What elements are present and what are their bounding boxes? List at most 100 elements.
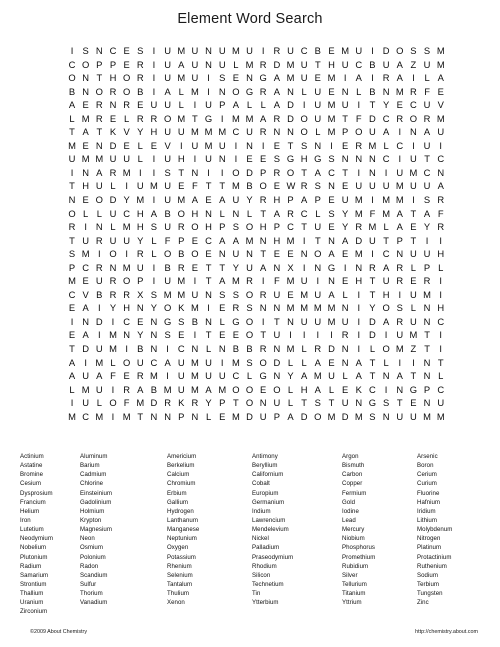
grid-letter: H <box>328 58 335 70</box>
grid-letter: U <box>300 275 308 287</box>
word-list-item: Technetium <box>252 580 284 588</box>
grid-letter: O <box>122 72 131 84</box>
grid-letter: M <box>436 410 445 422</box>
grid-letter: R <box>232 302 240 314</box>
grid-letter: L <box>69 383 75 395</box>
grid-letter: E <box>123 58 130 70</box>
grid-letter: A <box>382 261 390 273</box>
grid-letter: R <box>314 343 322 355</box>
grid-letter: I <box>302 329 306 341</box>
grid-letter: O <box>245 315 254 327</box>
grid-letter: T <box>69 234 75 246</box>
grid-letter: A <box>314 166 321 178</box>
grid-row: LMUIRABMUMAMOOEOLHALEKCINGPC <box>68 383 445 397</box>
grid-letter: O <box>95 194 103 206</box>
grid-letter: L <box>328 383 335 395</box>
grid-letter: O <box>286 166 295 178</box>
grid-letter: A <box>287 410 294 422</box>
grid-letter: B <box>178 248 185 260</box>
grid-letter: U <box>218 139 226 151</box>
grid-letter: D <box>369 112 376 124</box>
grid-letter: L <box>124 112 130 124</box>
grid-letter: U <box>82 397 90 409</box>
grid-letter: U <box>341 397 349 409</box>
grid-letter: R <box>177 261 185 273</box>
word-list-item: Europium <box>252 489 279 497</box>
grid-letter: U <box>410 248 417 260</box>
word-list-item: Lithium <box>417 516 437 524</box>
grid-letter: U <box>205 356 212 368</box>
grid-letter: M <box>68 139 76 151</box>
grid-letter: O <box>122 85 131 97</box>
grid-letter: T <box>219 180 226 192</box>
grid-letter: M <box>122 410 131 422</box>
grid-letter: U <box>191 139 199 151</box>
grid-letter: I <box>125 180 128 192</box>
grid-letter: R <box>396 315 404 327</box>
grid-letter: M <box>177 72 186 84</box>
grid-letter: H <box>273 194 281 206</box>
grid-row: LMRELRROMTGIMMARDOUMTFDCRORM <box>68 112 445 126</box>
grid-letter: M <box>245 112 254 124</box>
grid-letter: U <box>232 194 240 206</box>
grid-letter: U <box>218 58 226 70</box>
grid-letter: E <box>205 194 212 206</box>
grid-letter: I <box>152 45 156 56</box>
grid-letter: R <box>95 112 103 124</box>
grid-letter: T <box>369 370 376 382</box>
grid-letter: I <box>439 343 443 355</box>
grid-letter: D <box>246 410 253 422</box>
grid-letter: U <box>410 180 417 192</box>
grid-letter: U <box>191 45 199 56</box>
grid-letter: K <box>355 383 362 395</box>
grid-letter: D <box>82 343 90 355</box>
grid-letter: I <box>111 410 115 422</box>
grid-letter: A <box>355 370 362 382</box>
grid-letter: E <box>82 275 89 287</box>
grid-letter: I <box>439 139 443 151</box>
grid-letter: V <box>82 288 89 300</box>
grid-letter: N <box>382 85 390 97</box>
word-list-item: Scandium <box>80 571 108 579</box>
word-list-item: Copper <box>342 480 363 488</box>
grid-letter: N <box>218 85 226 97</box>
grid-letter: N <box>287 315 294 327</box>
word-list-item: Americium <box>167 453 197 460</box>
grid-letter: N <box>259 397 267 409</box>
grid-letter: R <box>259 288 267 300</box>
grid-letter: T <box>369 275 376 287</box>
grid-letter: D <box>382 45 390 56</box>
grid-letter: A <box>382 126 390 138</box>
grid-letter: L <box>301 343 307 355</box>
grid-letter: N <box>287 85 294 97</box>
word-list-item: Lead <box>342 516 356 524</box>
grid-letter: P <box>273 221 280 233</box>
grid-letter: A <box>219 234 226 246</box>
grid-letter: A <box>396 221 403 233</box>
grid-letter: I <box>207 166 210 178</box>
grid-letter: P <box>396 234 403 246</box>
grid-letter: R <box>437 221 445 233</box>
grid-letter: O <box>245 383 254 395</box>
grid-letter: L <box>151 248 157 260</box>
grid-letter: M <box>354 194 363 206</box>
grid-letter: T <box>314 234 321 246</box>
grid-letter: U <box>355 180 363 192</box>
word-list-item: Gold <box>342 498 356 506</box>
grid-letter: I <box>384 329 388 341</box>
grid-letter: B <box>164 207 171 219</box>
grid-letter: L <box>301 356 307 368</box>
word-list-item: Silver <box>342 571 358 579</box>
grid-letter: M <box>204 139 213 151</box>
grid-letter: I <box>316 329 320 341</box>
grid-letter: U <box>164 58 171 70</box>
grid-letter: T <box>260 207 267 219</box>
grid-letter: O <box>177 207 185 219</box>
grid-letter: C <box>410 99 417 111</box>
grid-letter: O <box>191 248 199 260</box>
word-list-item: Chromium <box>167 480 196 488</box>
word-list-item: Gadolinium <box>80 498 112 506</box>
grid-letter: F <box>355 112 362 124</box>
grid-letter: A <box>205 383 212 395</box>
grid-letter: B <box>246 343 253 355</box>
